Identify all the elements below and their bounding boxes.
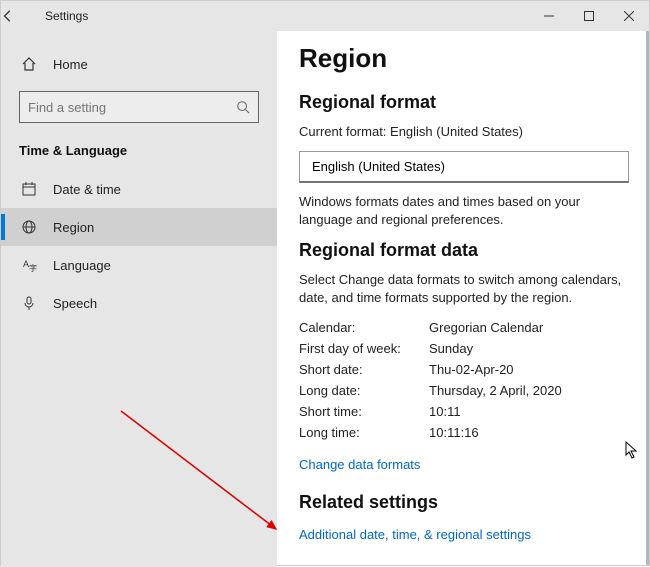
content-area: Region Regional format Current format: E… — [277, 31, 649, 567]
language-icon: A字 — [19, 257, 39, 273]
sidebar-section-title: Time & Language — [1, 133, 277, 170]
nav-home[interactable]: Home — [1, 45, 277, 83]
svg-text:字: 字 — [29, 263, 37, 273]
format-data-description: Select Change data formats to switch amo… — [299, 271, 627, 307]
search-icon — [236, 100, 250, 114]
sidebar-item-label: Language — [53, 258, 111, 273]
format-data-heading: Regional format data — [299, 240, 627, 261]
row-long-time: Long time:10:11:16 — [299, 422, 627, 443]
change-formats-link[interactable]: Change data formats — [299, 457, 420, 472]
sidebar-item-label: Speech — [53, 296, 97, 311]
close-icon — [624, 11, 634, 21]
scrollbar[interactable] — [646, 31, 649, 565]
search-input[interactable] — [28, 100, 236, 115]
minimize-icon — [544, 11, 554, 21]
row-short-time: Short time:10:11 — [299, 401, 627, 422]
globe-icon — [19, 219, 39, 235]
maximize-button[interactable] — [569, 1, 609, 31]
regional-format-heading: Regional format — [299, 92, 627, 113]
additional-settings-link[interactable]: Additional date, time, & regional settin… — [299, 527, 531, 542]
sidebar: Home Time & Language Date & time Region … — [1, 31, 277, 567]
sidebar-item-speech[interactable]: Speech — [1, 284, 277, 322]
row-calendar: Calendar:Gregorian Calendar — [299, 317, 627, 338]
minimize-button[interactable] — [529, 1, 569, 31]
sidebar-item-region[interactable]: Region — [1, 208, 277, 246]
calendar-icon — [19, 181, 39, 197]
format-dropdown[interactable]: English (United States) — [299, 151, 629, 183]
format-dropdown-value: English (United States) — [312, 159, 445, 174]
sidebar-item-label: Date & time — [53, 182, 121, 197]
row-short-date: Short date:Thu-02-Apr-20 — [299, 359, 627, 380]
format-description: Windows formats dates and times based on… — [299, 193, 627, 229]
search-box[interactable] — [19, 91, 259, 123]
arrow-left-icon — [1, 9, 15, 23]
back-button[interactable] — [1, 9, 41, 23]
nav-home-label: Home — [53, 57, 88, 72]
row-first-day: First day of week:Sunday — [299, 338, 627, 359]
current-format-label: Current format: English (United States) — [299, 123, 627, 141]
row-long-date: Long date:Thursday, 2 April, 2020 — [299, 380, 627, 401]
format-data-grid: Calendar:Gregorian Calendar First day of… — [299, 317, 627, 443]
mouse-cursor — [625, 441, 639, 459]
titlebar: Settings — [1, 1, 649, 31]
home-icon — [19, 56, 39, 72]
window-title: Settings — [45, 9, 88, 23]
sidebar-item-language[interactable]: A字 Language — [1, 246, 277, 284]
sidebar-item-date-time[interactable]: Date & time — [1, 170, 277, 208]
microphone-icon — [19, 295, 39, 311]
page-title: Region — [299, 43, 627, 74]
maximize-icon — [584, 11, 594, 21]
related-settings-heading: Related settings — [299, 492, 627, 513]
close-button[interactable] — [609, 1, 649, 31]
sidebar-item-label: Region — [53, 220, 94, 235]
